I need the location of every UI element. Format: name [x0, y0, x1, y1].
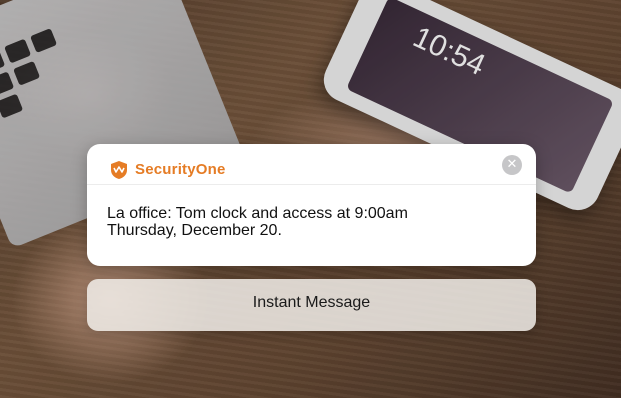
app-name: SecurityOne — [135, 161, 226, 178]
instant-message-label: Instant Message — [252, 294, 371, 311]
notification-message: La office: Tom clock and access at 9:00a… — [107, 205, 527, 239]
background-photo: 10:54 SecurityOne ✕ La office: Tom clock… — [0, 0, 621, 398]
message-line-2: Thursday, December 20. — [107, 222, 282, 239]
message-line-1: La office: Tom clock and access at 9:00a… — [107, 205, 408, 222]
notification-card[interactable]: SecurityOne ✕ La office: Tom clock and a… — [87, 144, 536, 266]
close-icon[interactable]: ✕ — [502, 155, 522, 175]
notification-header: SecurityOne ✕ — [87, 144, 536, 185]
instant-message-button[interactable]: Instant Message — [87, 279, 536, 331]
shield-logo-icon — [111, 161, 127, 179]
